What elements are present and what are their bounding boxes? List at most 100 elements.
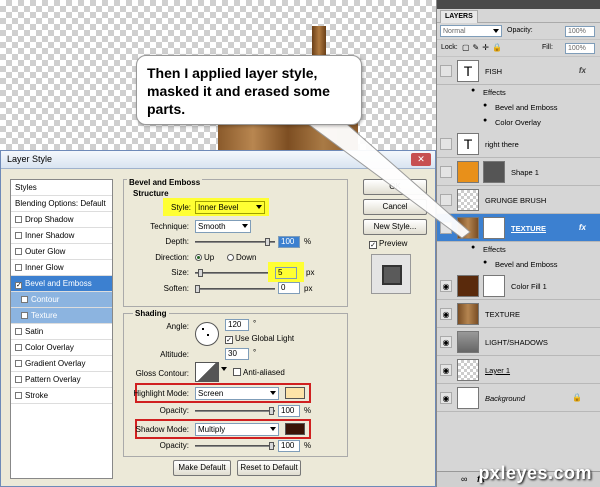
layer-row[interactable]: ◉ Color Fill 1 (437, 272, 600, 300)
lock-icons[interactable]: ▢✎✛🔒 (462, 43, 505, 52)
layer-row[interactable]: T FISH fx (437, 57, 600, 85)
style-item-color-overlay[interactable]: Color Overlay (11, 340, 112, 356)
shadow-opacity-thumb[interactable] (269, 442, 274, 450)
style-dropdown[interactable]: Inner Bevel (195, 201, 265, 214)
close-icon[interactable]: ✕ (411, 153, 431, 166)
layer-effects-header[interactable]: ● Effects (437, 242, 600, 256)
eye-icon[interactable] (440, 194, 452, 206)
depth-input[interactable]: 100 (278, 236, 300, 248)
soften-slider[interactable] (195, 285, 275, 293)
checkbox-icon[interactable] (21, 312, 28, 319)
tab-layers[interactable]: LAYERS (440, 10, 478, 23)
eye-icon[interactable]: ◉ (440, 280, 452, 292)
checkbox-checked-icon[interactable]: ✓ (15, 282, 22, 289)
style-item-styles[interactable]: Styles (11, 180, 112, 196)
checkbox-icon[interactable] (15, 328, 22, 335)
size-slider-thumb[interactable] (198, 269, 203, 277)
gloss-contour-picker[interactable] (195, 362, 219, 382)
highlight-opacity-slider[interactable] (195, 407, 275, 415)
style-item-inner-shadow[interactable]: Inner Shadow (11, 228, 112, 244)
eye-icon[interactable]: ◉ (440, 308, 452, 320)
layer-mask-thumbnail[interactable] (483, 275, 505, 297)
layer-effect-item[interactable]: ● Bevel and Emboss (437, 100, 600, 114)
shadow-opacity-input[interactable]: 100 (278, 440, 300, 452)
eye-icon[interactable]: ● (471, 87, 475, 94)
direction-down-radio[interactable]: Down (227, 253, 256, 262)
style-item-outer-glow[interactable]: Outer Glow (11, 244, 112, 260)
fill-input[interactable]: 100% (565, 43, 595, 54)
layer-row[interactable]: ◉ LIGHT/SHADOWS (437, 328, 600, 356)
chevron-down-icon[interactable] (221, 367, 227, 375)
checkbox-icon[interactable] (21, 296, 28, 303)
opacity-input[interactable]: 100% (565, 26, 595, 37)
highlight-color-swatch[interactable] (285, 387, 305, 399)
layer-effect-item[interactable]: ● Color Overlay (437, 115, 600, 129)
size-slider[interactable] (195, 269, 275, 277)
depth-slider-thumb[interactable] (265, 238, 270, 246)
eye-icon[interactable]: ● (471, 244, 475, 251)
layer-row[interactable]: ◉ Layer 1 (437, 356, 600, 384)
highlight-mode-dropdown[interactable]: Screen (195, 387, 279, 400)
blend-mode-dropdown[interactable]: Normal (440, 25, 502, 37)
style-item-gradient-overlay[interactable]: Gradient Overlay (11, 356, 112, 372)
style-item-blending-options-default[interactable]: Blending Options: Default (11, 196, 112, 212)
altitude-input[interactable]: 30 (225, 348, 249, 360)
global-light-checkbox[interactable]: ✓ Use Global Light (225, 334, 294, 344)
layer-mask-thumbnail[interactable] (483, 161, 505, 183)
fx-icon[interactable]: fx (579, 66, 586, 75)
eye-icon[interactable] (440, 138, 452, 150)
highlight-opacity-thumb[interactable] (269, 407, 274, 415)
eye-icon[interactable]: ◉ (440, 392, 452, 404)
angle-input[interactable]: 120 (225, 319, 249, 331)
layer-row[interactable]: ◉ TEXTURE (437, 300, 600, 328)
layer-mask-thumbnail[interactable] (483, 217, 505, 239)
technique-dropdown[interactable]: Smooth (195, 220, 251, 233)
style-item-inner-glow[interactable]: Inner Glow (11, 260, 112, 276)
shadow-color-swatch[interactable] (285, 423, 305, 435)
checkbox-icon[interactable] (15, 232, 22, 239)
ok-button[interactable]: OK (363, 179, 427, 195)
style-item-pattern-overlay[interactable]: Pattern Overlay (11, 372, 112, 388)
checkbox-icon[interactable] (15, 344, 22, 351)
eye-icon[interactable]: ● (483, 117, 487, 124)
highlight-opacity-input[interactable]: 100 (278, 405, 300, 417)
layer-row[interactable]: ◉ Background 🔒 (437, 384, 600, 412)
layer-row[interactable]: Tright there (437, 130, 600, 158)
link-icon[interactable]: ∞ (461, 474, 467, 484)
new-style-button[interactable]: New Style... (363, 219, 427, 235)
depth-slider[interactable] (195, 238, 275, 246)
angle-dial[interactable] (195, 322, 219, 346)
checkbox-icon[interactable] (15, 248, 22, 255)
style-item-stroke[interactable]: Stroke (11, 388, 112, 404)
eye-icon[interactable] (440, 65, 452, 77)
layer-effect-item[interactable]: ● Bevel and Emboss (437, 257, 600, 271)
eye-icon[interactable]: ◉ (440, 364, 452, 376)
checkbox-icon[interactable] (15, 216, 22, 223)
fx-icon[interactable]: fx (579, 223, 586, 232)
layer-row[interactable]: GRUNGE BRUSH (437, 186, 600, 214)
eye-icon[interactable]: ● (483, 102, 487, 109)
make-default-button[interactable]: Make Default (173, 460, 231, 476)
eye-icon[interactable]: ● (483, 259, 487, 266)
shadow-mode-dropdown[interactable]: Multiply (195, 423, 279, 436)
preview-checkbox[interactable]: ✓ Preview (369, 239, 407, 249)
cancel-button[interactable]: Cancel (363, 199, 427, 215)
style-item-texture[interactable]: Texture (11, 308, 112, 324)
checkbox-icon[interactable] (15, 376, 22, 383)
layer-effects-header[interactable]: ● Effects (437, 85, 600, 99)
eye-icon[interactable] (440, 222, 452, 234)
shadow-opacity-slider[interactable] (195, 442, 275, 450)
checkbox-icon[interactable] (15, 264, 22, 271)
reset-default-button[interactable]: Reset to Default (237, 460, 301, 476)
style-item-satin[interactable]: Satin (11, 324, 112, 340)
checkbox-icon[interactable] (15, 360, 22, 367)
eye-icon[interactable]: ◉ (440, 336, 452, 348)
soften-slider-thumb[interactable] (195, 285, 200, 293)
eye-icon[interactable] (440, 166, 452, 178)
style-item-drop-shadow[interactable]: Drop Shadow (11, 212, 112, 228)
style-item-contour[interactable]: Contour (11, 292, 112, 308)
layer-row[interactable]: Shape 1 (437, 158, 600, 186)
checkbox-icon[interactable] (15, 392, 22, 399)
layer-row[interactable]: TEXTURE fx (437, 214, 600, 242)
size-input[interactable]: 5 (275, 267, 297, 279)
